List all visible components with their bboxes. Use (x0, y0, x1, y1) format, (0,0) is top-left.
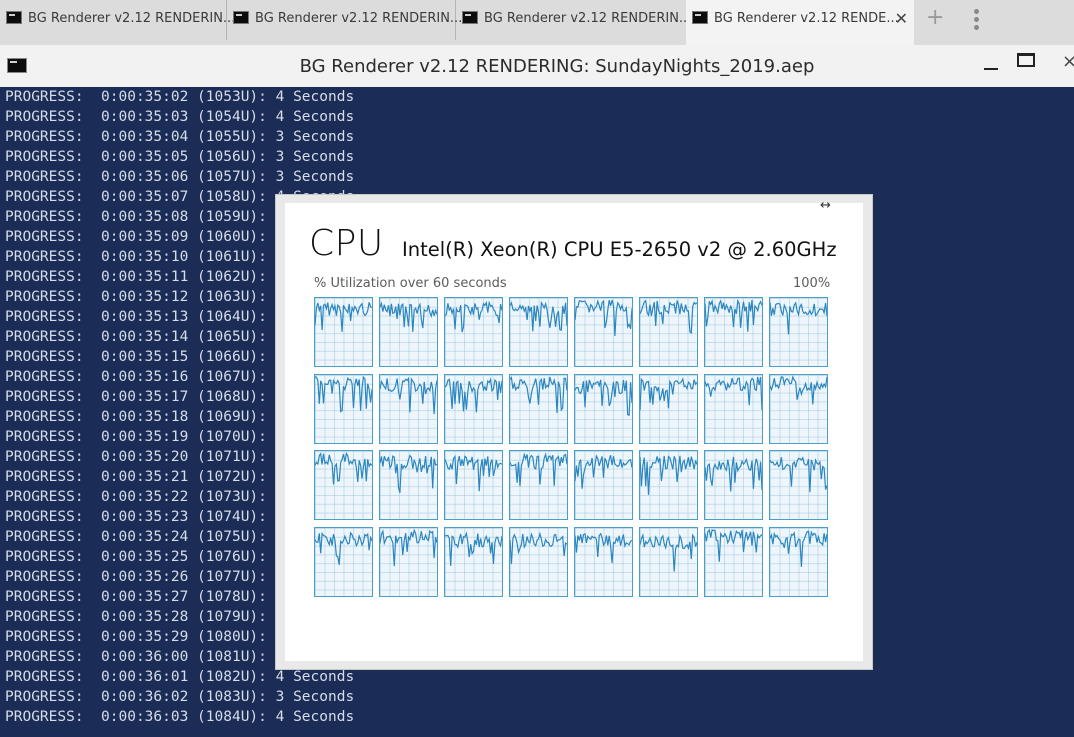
console-line: PROGRESS: 0:00:36:02 (1083U): 3 Seconds (5, 689, 355, 705)
console-line: PROGRESS: 0:00:36:00 (1081U): (5, 649, 267, 665)
console-line: PROGRESS: 0:00:35:18 (1069U): (5, 409, 267, 425)
cpu-core-graph (769, 526, 828, 597)
tab-3[interactable]: BG Renderer v2.12 RENDERIN... (456, 0, 691, 40)
minimize-button[interactable] (982, 63, 1000, 71)
cpu-core-graph (314, 526, 373, 597)
cpu-core-graph (509, 373, 568, 444)
console-line: PROGRESS: 0:00:35:16 (1067U): (5, 369, 267, 385)
console-line: PROGRESS: 0:00:35:19 (1070U): (5, 429, 267, 445)
utilization-max-label: 100% (793, 276, 831, 291)
new-tab-button[interactable]: + (926, 4, 944, 32)
tab-title: BG Renderer v2.12 RENDE... (714, 11, 899, 26)
console-line: PROGRESS: 0:00:35:05 (1056U): 3 Seconds (5, 149, 355, 165)
console-line: PROGRESS: 0:00:35:24 (1075U): (5, 529, 267, 545)
console-line: PROGRESS: 0:00:35:03 (1054U): 4 Seconds (5, 109, 355, 125)
console-line: PROGRESS: 0:00:35:09 (1060U): (5, 229, 267, 245)
console-line: PROGRESS: 0:00:35:06 (1057U): 3 Seconds (5, 169, 355, 185)
tab-2[interactable]: BG Renderer v2.12 RENDERIN... (227, 0, 462, 40)
cpu-core-graph (509, 297, 568, 367)
cpu-core-graph (379, 297, 438, 367)
terminal-icon (6, 11, 22, 24)
maximize-button[interactable] (1017, 53, 1035, 67)
console-line: PROGRESS: 0:00:35:11 (1062U): (5, 269, 267, 285)
cpu-core-graph (444, 373, 503, 444)
cpu-core-graph (574, 373, 633, 444)
cpu-core-graph (704, 373, 763, 444)
console-line: PROGRESS: 0:00:36:01 (1082U): 4 Seconds (5, 669, 355, 685)
cpu-heading: CPU (309, 223, 384, 264)
more-options-icon[interactable] (968, 6, 986, 32)
console-line: PROGRESS: 0:00:35:08 (1059U): (5, 209, 267, 225)
cpu-core-graph (509, 450, 568, 520)
cpu-model-name: Intel(R) Xeon(R) CPU E5-2650 v2 @ 2.60GH… (402, 238, 837, 261)
console-line: PROGRESS: 0:00:35:17 (1068U): (5, 389, 267, 405)
console-line: PROGRESS: 0:00:35:20 (1071U): (5, 449, 267, 465)
cpu-core-graph (379, 526, 438, 597)
close-tab-icon[interactable]: ✕ (895, 0, 908, 38)
window-title: BG Renderer v2.12 RENDERING: SundayNight… (299, 56, 815, 77)
terminal-icon (692, 11, 708, 24)
console-line: PROGRESS: 0:00:35:23 (1074U): (5, 509, 267, 525)
utilization-label: % Utilization over 60 seconds (314, 276, 507, 291)
cpu-core-graph (314, 297, 373, 367)
cpu-core-graph (509, 526, 568, 597)
console-line: PROGRESS: 0:00:35:29 (1080U): (5, 629, 267, 645)
cpu-core-graph (444, 526, 503, 597)
console-line: PROGRESS: 0:00:35:10 (1061U): (5, 249, 267, 265)
window-title-bar: BG Renderer v2.12 RENDERING: SundayNight… (0, 45, 1074, 87)
cpu-core-graph (769, 297, 828, 367)
cpu-core-graph (444, 297, 503, 367)
cpu-core-graph (574, 450, 633, 520)
tab-1[interactable]: BG Renderer v2.12 RENDERIN... (0, 0, 235, 40)
console-line: PROGRESS: 0:00:35:22 (1073U): (5, 489, 267, 505)
cpu-core-graph (704, 297, 763, 367)
console-line: PROGRESS: 0:00:35:12 (1063U): (5, 289, 267, 305)
tab-title: BG Renderer v2.12 RENDERIN... (28, 11, 236, 26)
cpu-core-graph (704, 526, 763, 597)
close-window-button[interactable]: × (1062, 51, 1074, 72)
console-line: PROGRESS: 0:00:35:28 (1079U): (5, 609, 267, 625)
cpu-core-graph (314, 373, 373, 444)
terminal-icon (462, 11, 478, 24)
cpu-core-graph (769, 450, 828, 520)
cpu-core-graph (704, 450, 763, 520)
console-line: PROGRESS: 0:00:36:03 (1084U): 4 Seconds (5, 709, 355, 725)
cpu-core-graph (444, 450, 503, 520)
cpu-core-graph (769, 373, 828, 444)
cpu-core-graph (574, 526, 633, 597)
terminal-icon (233, 11, 249, 24)
cpu-core-graph (574, 297, 633, 367)
console-line: PROGRESS: 0:00:35:26 (1077U): (5, 569, 267, 585)
tab-bar: BG Renderer v2.12 RENDERIN... BG Rendere… (0, 0, 1074, 45)
tab-4-active[interactable]: BG Renderer v2.12 RENDE... ✕ (686, 0, 914, 45)
resize-icon[interactable]: ↔ (820, 198, 831, 213)
tab-title: BG Renderer v2.12 RENDERIN... (255, 11, 463, 26)
console-line: PROGRESS: 0:00:35:21 (1072U): (5, 469, 267, 485)
console-line: PROGRESS: 0:00:35:25 (1076U): (5, 549, 267, 565)
cpu-core-graph (639, 297, 698, 367)
cpu-core-graph (639, 450, 698, 520)
cpu-core-graph (639, 373, 698, 444)
console-line: PROGRESS: 0:00:35:27 (1078U): (5, 589, 267, 605)
cpu-core-graph (639, 526, 698, 597)
console-line: PROGRESS: 0:00:35:02 (1053U): 4 Seconds (5, 89, 355, 105)
cpu-core-graph (379, 450, 438, 520)
console-line: PROGRESS: 0:00:35:14 (1065U): (5, 329, 267, 345)
console-line: PROGRESS: 0:00:35:15 (1066U): (5, 349, 267, 365)
console-line: PROGRESS: 0:00:35:04 (1055U): 3 Seconds (5, 129, 355, 145)
console-line: PROGRESS: 0:00:35:13 (1064U): (5, 309, 267, 325)
cpu-core-graph (379, 373, 438, 444)
cpu-core-graph (314, 450, 373, 520)
tab-title: BG Renderer v2.12 RENDERIN... (484, 11, 692, 26)
